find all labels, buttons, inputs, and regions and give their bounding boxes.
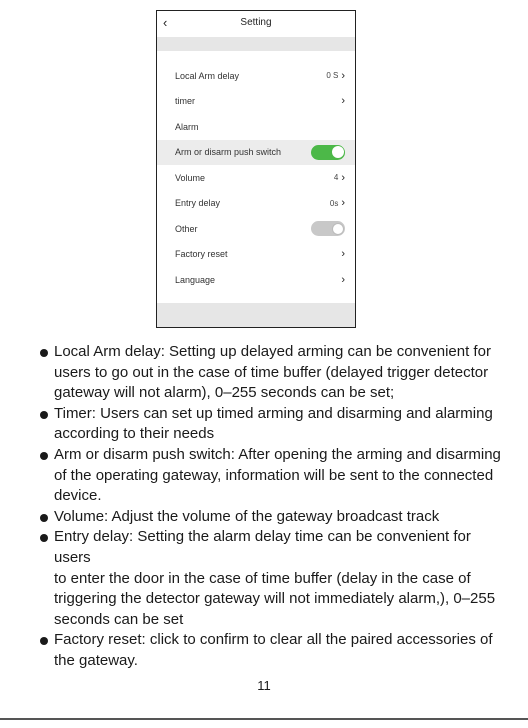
settings-row-label: Alarm — [175, 121, 199, 132]
bullet-line: device. — [54, 487, 102, 505]
bullet-line: Arm or disarm push switch: After opening… — [54, 445, 501, 463]
settings-row-entry-delay[interactable]: Entry delay 0s › — [157, 191, 355, 217]
bullet-line: users to go out in the case of time buff… — [54, 363, 489, 381]
settings-row-label: Factory reset — [175, 249, 228, 260]
toggle-knob — [331, 222, 344, 235]
settings-row-local-arm-delay[interactable]: Local Arm delay 0 S › — [157, 63, 355, 89]
other-toggle[interactable] — [311, 221, 345, 237]
chevron-right-icon: › — [341, 95, 345, 108]
chevron-right-icon: › — [341, 69, 345, 82]
bullet-item: Timer: Users can set up timed arming and… — [40, 404, 510, 445]
footer-rule — [0, 718, 528, 720]
bullet-item: Local Arm delay: Setting up delayed armi… — [40, 342, 510, 404]
settings-row-arm-or-disarm-push-switch[interactable]: Arm or disarm push switch — [157, 139, 355, 165]
settings-row-language[interactable]: Language › — [157, 267, 355, 293]
settings-row-factory-reset[interactable]: Factory reset › — [157, 242, 355, 268]
settings-list: Local Arm delay 0 S › timer › Alarm Arm or dis… — [157, 63, 355, 293]
page-number: 11 — [257, 678, 271, 693]
bullet-dot-icon — [40, 410, 48, 419]
bullet-line: seconds can be set — [54, 610, 184, 628]
settings-screenshot: ‹ Setting Local Arm delay 0 S › timer › Alarm… — [156, 10, 356, 328]
chevron-right-icon: › — [341, 171, 345, 184]
settings-row-label: timer — [175, 96, 195, 107]
bullet-dot-icon — [40, 637, 48, 646]
settings-row-value: 0s — [329, 198, 339, 208]
chevron-right-icon: › — [341, 197, 345, 210]
bullet-line: Timer: Users can set up timed arming and… — [54, 404, 493, 422]
bottom-band — [157, 303, 355, 327]
screen-title: Setting — [240, 17, 272, 28]
header-band — [157, 37, 355, 51]
settings-row-label: Language — [175, 274, 216, 285]
bullet-line: according to their needs — [54, 425, 215, 443]
bullet-dot-icon — [40, 451, 48, 460]
chevron-right-icon: › — [341, 273, 345, 286]
bullet-dot-icon — [40, 534, 48, 543]
settings-row-value: 4 — [333, 173, 339, 183]
feature-description-list: Local Arm delay: Setting up delayed armi… — [40, 342, 510, 672]
bullet-line: gateway will not alarm), 0–255 seconds c… — [54, 384, 395, 402]
bullet-line: the gateway. — [54, 651, 138, 669]
settings-row-value: 0 S — [326, 71, 339, 81]
settings-row-volume[interactable]: Volume 4 › — [157, 165, 355, 191]
settings-row-label: Other — [175, 223, 198, 234]
title-bar: ‹ Setting — [157, 11, 355, 37]
bullet-line: Local Arm delay: Setting up delayed armi… — [54, 343, 491, 360]
bullet-line: Entry delay: Setting the alarm delay tim… — [54, 528, 471, 566]
settings-row-other[interactable]: Other — [157, 216, 355, 242]
bullet-line: triggering the detector gateway will not… — [54, 590, 496, 608]
settings-row-label: Entry delay — [175, 198, 221, 209]
bullet-line: Factory reset: click to confirm to clear… — [54, 631, 493, 649]
bullet-dot-icon — [40, 513, 48, 522]
toggle-knob — [331, 146, 344, 159]
settings-row-label: Local Arm delay — [175, 70, 240, 81]
arm-or-disarm-push-switch-toggle[interactable] — [311, 144, 345, 160]
bullet-line: of the operating gateway, information wi… — [54, 466, 494, 484]
chevron-right-icon: › — [341, 248, 345, 261]
bullet-line: to enter the door in the case of time bu… — [54, 569, 471, 587]
bullet-item: Volume: Adjust the volume of the gateway… — [40, 507, 510, 528]
bullet-item: Arm or disarm push switch: After opening… — [40, 445, 510, 507]
settings-row-alarm: Alarm — [157, 114, 355, 140]
settings-row-timer[interactable]: timer › — [157, 89, 355, 115]
settings-row-label: Arm or disarm push switch — [175, 147, 282, 158]
bullet-item: Factory reset: click to confirm to clear… — [40, 630, 510, 671]
settings-row-label: Volume — [175, 172, 206, 183]
bullet-item: Entry delay: Setting the alarm delay tim… — [40, 527, 510, 630]
bullet-dot-icon — [40, 349, 48, 357]
bullet-line: Volume: Adjust the volume of the gateway… — [54, 507, 440, 525]
